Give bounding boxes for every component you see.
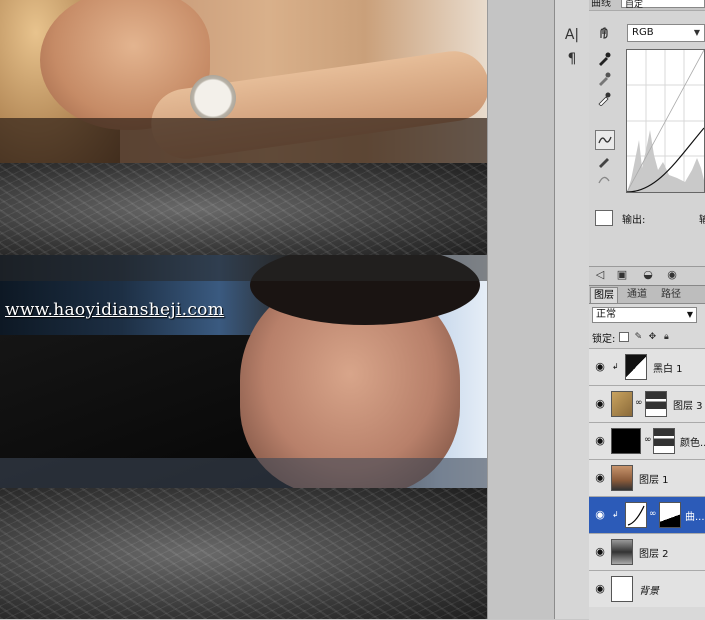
pencil-icon[interactable] [595, 152, 613, 170]
layer-name: 背景 [639, 586, 659, 597]
eye-icon[interactable]: ◉ [591, 508, 609, 522]
photo-strip-man [0, 255, 487, 488]
preset-select[interactable]: 自定 [621, 0, 705, 10]
panel-icon-strip: A| ¶ [554, 0, 590, 619]
tab-layers[interactable]: 图层 [590, 287, 618, 303]
tab-channels[interactable]: 通道 [624, 287, 650, 302]
eye-icon[interactable]: ◉ [591, 397, 609, 411]
adjustment-thumbnail [625, 354, 647, 380]
eye-icon[interactable]: ◉ [591, 360, 609, 374]
lock-position-icon[interactable]: ✥ [647, 332, 657, 342]
layer-row-selected[interactable]: ◉ ↲ ∞ 曲... [589, 496, 705, 533]
layers-panel: 图层 通道 路径 正常 ▼ 锁定: ✎ ✥ 🔒︎ ◉ ↲ 黑白 1 ◉ ∞ 图层… [589, 285, 705, 620]
link-icon: ∞ [649, 509, 657, 519]
document-canvas[interactable]: www.haoyidiansheji.com [0, 0, 487, 619]
link-icon: ∞ [644, 435, 652, 445]
curve-point-tool-icon[interactable] [595, 130, 615, 150]
layer-list: ◉ ↲ 黑白 1 ◉ ∞ 图层 3 ◉ ∞ 颜色... ◉ 图层 1 [589, 348, 705, 607]
fill-thumbnail [611, 428, 641, 454]
watermark-text: www.haoyidiansheji.com [5, 300, 225, 320]
black-point-eyedropper-icon[interactable] [595, 50, 613, 68]
preset-label: 曲线 [591, 0, 611, 9]
eye-icon[interactable]: ◉ [591, 582, 609, 596]
blend-mode-select[interactable]: 正常 ▼ [592, 307, 697, 323]
texture-strip-bottom [0, 488, 487, 619]
lock-transparency-icon[interactable] [619, 332, 630, 342]
text-tool-glyph: A| [564, 27, 580, 43]
paragraph-glyph: ¶ [567, 51, 577, 67]
layer-name: 图层 1 [639, 475, 669, 486]
clip-arrow-icon: ↲ [612, 362, 619, 371]
return-icon[interactable]: ◁ [593, 268, 607, 282]
layer-row[interactable]: ◉ 背景 [589, 570, 705, 607]
output-label: 输出: [622, 215, 646, 226]
curves-footer: ◁ ▣ ◒ ◉ [589, 266, 705, 285]
canvas-gutter [487, 0, 555, 619]
clip-layer-icon[interactable]: ◒ [641, 268, 655, 282]
lock-label: 锁定: [592, 333, 616, 345]
visibility-icon[interactable]: ◉ [665, 268, 679, 282]
lock-pixels-icon[interactable]: ✎ [633, 332, 643, 342]
paragraph-icon[interactable]: ¶ [559, 48, 585, 70]
expand-view-icon[interactable]: ▣ [615, 268, 629, 282]
photo-watch [190, 75, 236, 121]
eye-icon[interactable]: ◉ [591, 434, 609, 448]
clip-arrow-icon: ↲ [612, 510, 619, 519]
layer-name: 黑白 1 [653, 364, 683, 375]
chevron-down-icon: ▼ [693, 28, 700, 37]
layer-name: 图层 2 [639, 549, 669, 560]
smooth-curve-icon[interactable] [595, 170, 613, 188]
channel-value: RGB [632, 27, 654, 38]
photo-strip-woman [0, 0, 487, 163]
eye-icon[interactable]: ◉ [591, 545, 609, 559]
overlay-band-top [0, 255, 487, 281]
on-image-adjust-icon[interactable] [595, 24, 613, 42]
layer-row[interactable]: ◉ 图层 2 [589, 533, 705, 570]
curves-adjustment-panel: 曲线 自定 RGB ▼ 输出: 输 ◁ ▣ ◒ ◉ [589, 0, 705, 285]
channel-select[interactable]: RGB ▼ [627, 24, 705, 42]
curve-graph[interactable] [626, 49, 705, 193]
texture-strip [0, 163, 487, 255]
gray-point-eyedropper-icon[interactable] [595, 70, 613, 88]
link-icon: ∞ [635, 398, 643, 408]
dark-overlay-band [0, 118, 487, 163]
clip-preview-icon[interactable] [595, 210, 613, 226]
white-point-eyedropper-icon[interactable] [595, 90, 613, 108]
layer-thumbnail [611, 539, 633, 565]
layer-name: 颜色... [680, 438, 705, 449]
eye-icon[interactable]: ◉ [591, 471, 609, 485]
layer-thumbnail [611, 391, 633, 417]
layer-mask-thumbnail [645, 391, 667, 417]
layer-row[interactable]: ◉ ↲ 黑白 1 [589, 348, 705, 385]
blend-mode-value: 正常 [596, 309, 616, 320]
chevron-down-icon: ▼ [686, 310, 693, 319]
layer-row[interactable]: ◉ 图层 1 [589, 459, 705, 496]
layer-mask-thumbnail [653, 428, 675, 454]
output-value: 输 [699, 215, 705, 226]
curves-adjustment-thumbnail [625, 502, 647, 528]
layer-name: 曲... [685, 512, 705, 523]
background-thumbnail [611, 576, 633, 602]
text-tool-icon[interactable]: A| [559, 24, 585, 46]
lock-row: 锁定: ✎ ✥ 🔒︎ [592, 330, 705, 345]
layer-mask-thumbnail [659, 502, 681, 528]
lock-all-icon[interactable]: 🔒︎ [661, 332, 671, 342]
layer-name: 图层 3 [673, 401, 703, 412]
layer-row[interactable]: ◉ ∞ 图层 3 [589, 385, 705, 422]
layer-row[interactable]: ◉ ∞ 颜色... [589, 422, 705, 459]
tab-paths[interactable]: 路径 [658, 287, 684, 302]
overlay-band-bottom [0, 458, 487, 488]
panel-tabs: 图层 通道 路径 [589, 286, 705, 304]
layer-thumbnail [611, 465, 633, 491]
curves-preset-bar: 曲线 自定 [589, 0, 705, 11]
